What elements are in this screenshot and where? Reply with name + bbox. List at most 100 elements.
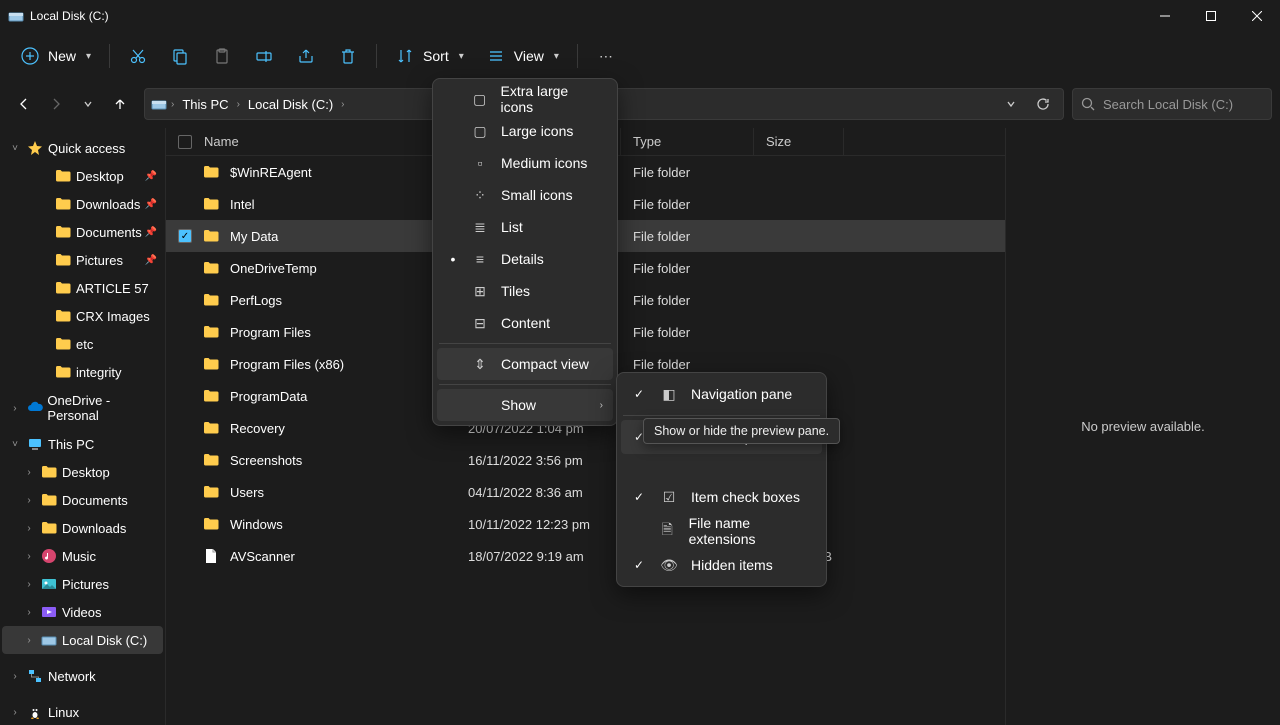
sidebar-item[interactable]: ›Documents: [2, 486, 163, 514]
sort-button[interactable]: Sort ▾: [385, 38, 474, 74]
folder-icon: [54, 279, 72, 297]
table-row[interactable]: Windows10/11/2022 12:23 pm: [166, 508, 1005, 540]
network-icon: [26, 667, 44, 685]
refresh-button[interactable]: [1029, 90, 1057, 118]
row-checkbox[interactable]: [178, 549, 192, 563]
onedrive-icon: [26, 399, 44, 417]
view-option[interactable]: ≣List: [437, 211, 613, 243]
row-checkbox[interactable]: [178, 197, 192, 211]
column-size[interactable]: Size: [754, 128, 844, 155]
view-option[interactable]: ▢Extra large icons: [437, 83, 613, 115]
select-all-checkbox[interactable]: [178, 135, 192, 149]
table-row[interactable]: Screenshots16/11/2022 3:56 pm: [166, 444, 1005, 476]
paste-button[interactable]: [202, 38, 242, 74]
folder-icon: [54, 251, 72, 269]
row-checkbox[interactable]: [178, 389, 192, 403]
forward-button[interactable]: [40, 88, 72, 120]
file-name: $WinREAgent: [230, 165, 312, 180]
copy-button[interactable]: [160, 38, 200, 74]
show-submenu-trigger[interactable]: Show›: [437, 389, 613, 421]
row-checkbox[interactable]: [178, 453, 192, 467]
view-option[interactable]: ⊟Content: [437, 307, 613, 339]
sidebar-item[interactable]: ›Local Disk (C:): [2, 626, 163, 654]
show-submenu: ✓◧Navigation pane✓◨Preview pane✓☑Item ch…: [616, 372, 827, 587]
view-option[interactable]: ▢Large icons: [437, 115, 613, 147]
show-option[interactable]: 🗎File name extensions: [621, 514, 822, 548]
share-button[interactable]: [286, 38, 326, 74]
sidebar-item[interactable]: ›Linux: [2, 698, 163, 725]
delete-button[interactable]: [328, 38, 368, 74]
sidebar-item[interactable]: ›Music: [2, 542, 163, 570]
row-checkbox[interactable]: [178, 517, 192, 531]
show-option[interactable]: ✓👁Hidden items: [621, 548, 822, 582]
file-type: File folder: [621, 252, 754, 284]
cut-button[interactable]: [118, 38, 158, 74]
folder-icon: [40, 519, 58, 537]
more-button[interactable]: ⋯: [586, 38, 626, 74]
sidebar-item[interactable]: ›Downloads: [2, 514, 163, 542]
search-input[interactable]: Search Local Disk (C:): [1072, 88, 1272, 120]
sidebar-item[interactable]: Pictures📌: [2, 246, 163, 274]
drive-icon: [151, 96, 167, 112]
sidebar-item[interactable]: ›Pictures: [2, 570, 163, 598]
row-checkbox[interactable]: [178, 293, 192, 307]
sidebar-item-label: Desktop: [76, 169, 124, 184]
row-checkbox[interactable]: [178, 357, 192, 371]
row-checkbox[interactable]: [178, 485, 192, 499]
view-button[interactable]: View ▾: [476, 38, 569, 74]
row-checkbox[interactable]: [178, 165, 192, 179]
sidebar-item[interactable]: integrity: [2, 358, 163, 386]
sidebar-item[interactable]: ›OneDrive - Personal: [2, 394, 163, 422]
new-button[interactable]: New ▾: [10, 38, 101, 74]
pane-icon: 👁: [659, 557, 679, 574]
sidebar-item[interactable]: ˅This PC: [2, 430, 163, 458]
file-name: OneDriveTemp: [230, 261, 317, 276]
compact-view-option[interactable]: ⇕Compact view: [437, 348, 613, 380]
column-type[interactable]: Type: [621, 128, 754, 155]
view-option[interactable]: •≡Details: [437, 243, 613, 275]
show-option[interactable]: ✓◧Navigation pane: [621, 377, 822, 411]
maximize-button[interactable]: [1188, 0, 1234, 32]
sidebar-item[interactable]: etc: [2, 330, 163, 358]
view-option[interactable]: ▫Medium icons: [437, 147, 613, 179]
table-row[interactable]: Users04/11/2022 8:36 am: [166, 476, 1005, 508]
show-option[interactable]: ✓☑Item check boxes: [621, 480, 822, 514]
sidebar-item[interactable]: ARTICLE 57: [2, 274, 163, 302]
file-type: File folder: [621, 220, 754, 252]
row-checkbox[interactable]: ✓: [178, 229, 192, 243]
sidebar-item-label: OneDrive - Personal: [47, 393, 163, 423]
table-row[interactable]: AVScanner18/07/2022 9:19 amKB: [166, 540, 1005, 572]
row-checkbox[interactable]: [178, 261, 192, 275]
check-icon: ✓: [631, 490, 647, 504]
sidebar-item[interactable]: ›Network: [2, 662, 163, 690]
column-name[interactable]: Name ˄: [166, 128, 456, 155]
sidebar-item[interactable]: ›Videos: [2, 598, 163, 626]
file-icon: [202, 547, 220, 565]
row-checkbox[interactable]: [178, 421, 192, 435]
address-history-button[interactable]: [997, 90, 1025, 118]
folder-icon: [202, 483, 220, 501]
star-icon: [26, 139, 44, 157]
sidebar-item[interactable]: CRX Images: [2, 302, 163, 330]
view-option[interactable]: ⁘Small icons: [437, 179, 613, 211]
sidebar-item[interactable]: Documents📌: [2, 218, 163, 246]
folder-icon: [40, 547, 58, 565]
minimize-button[interactable]: [1142, 0, 1188, 32]
recent-button[interactable]: [72, 88, 104, 120]
row-checkbox[interactable]: [178, 325, 192, 339]
folder-icon: [202, 419, 220, 437]
sidebar-item[interactable]: Desktop📌: [2, 162, 163, 190]
sidebar-item[interactable]: ˅Quick access: [2, 134, 163, 162]
up-button[interactable]: [104, 88, 136, 120]
view-option[interactable]: ⊞Tiles: [437, 275, 613, 307]
sidebar-item[interactable]: ›Desktop: [2, 458, 163, 486]
rename-button[interactable]: [244, 38, 284, 74]
close-button[interactable]: [1234, 0, 1280, 32]
folder-icon: [202, 259, 220, 277]
breadcrumb-local-disk[interactable]: Local Disk (C:): [244, 95, 337, 114]
back-button[interactable]: [8, 88, 40, 120]
navbar: › This PC › Local Disk (C:) › Search Loc…: [0, 80, 1280, 128]
check-icon: ✓: [631, 558, 647, 572]
breadcrumb-this-pc[interactable]: This PC: [178, 95, 232, 114]
sidebar-item[interactable]: Downloads📌: [2, 190, 163, 218]
